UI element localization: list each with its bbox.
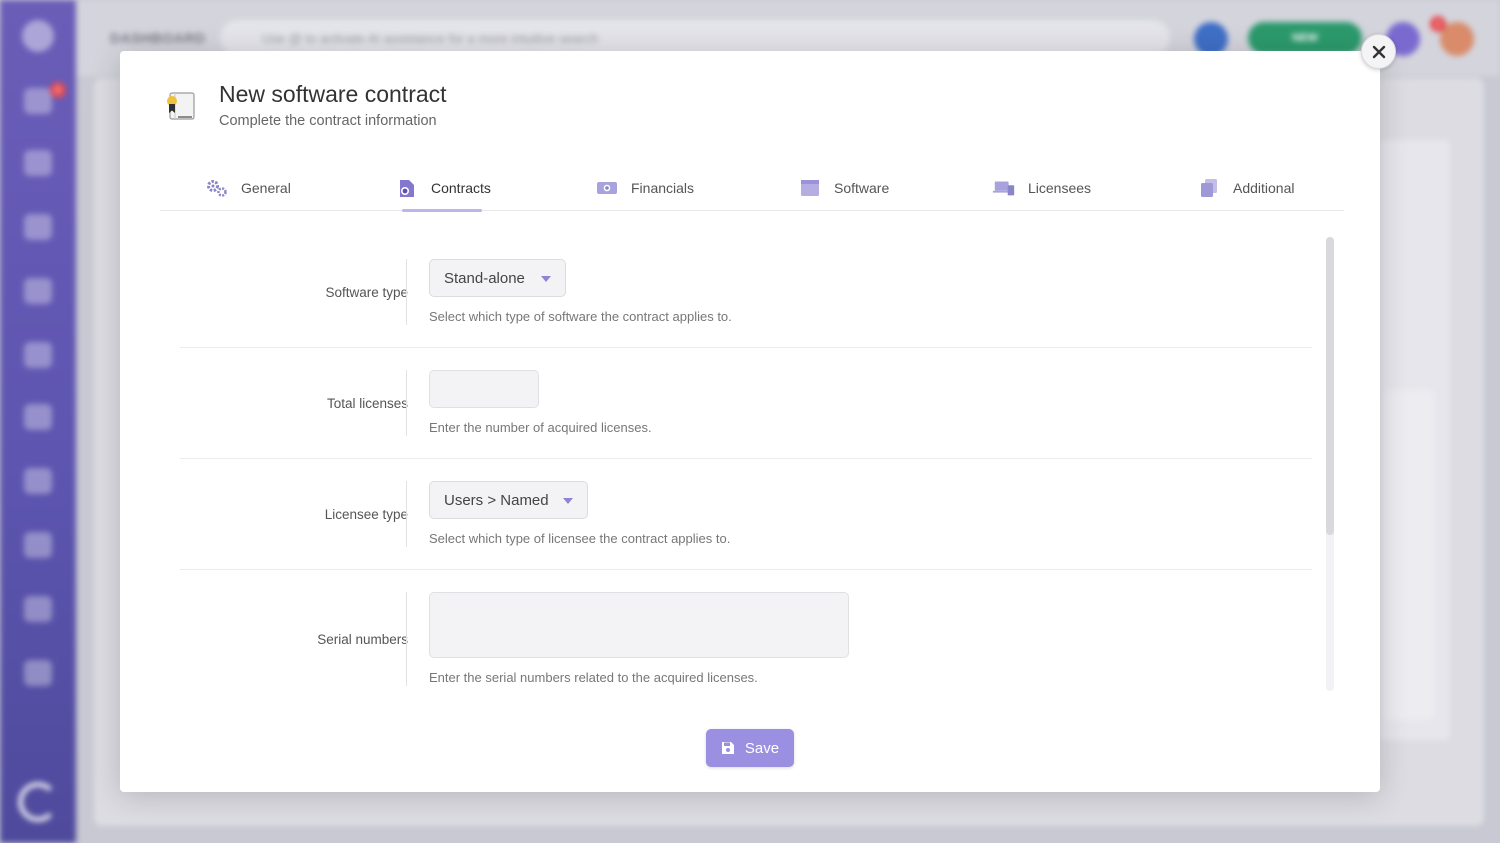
save-label: Save [744, 739, 780, 757]
tab-general[interactable]: General [205, 173, 291, 203]
licensee-type-label: Licensee type [324, 507, 408, 522]
licensee-type-select[interactable]: Users > Named [429, 481, 588, 519]
background-card [1384, 390, 1434, 720]
window-icon [798, 177, 822, 199]
software-type-select[interactable]: Stand-alone [429, 259, 566, 297]
sidebar-item-cards [24, 150, 52, 176]
total-licenses-help: Enter the number of acquired licenses. [429, 420, 652, 435]
software-type-label: Software type [325, 285, 408, 300]
tab-label: Additional [1233, 180, 1295, 196]
notification-badge: 2 [1430, 16, 1446, 32]
floppy-disk-icon [721, 742, 734, 754]
new-button: NEW [1248, 22, 1362, 54]
tab-label: Financials [631, 180, 695, 196]
total-licenses-label: Total licenses [326, 396, 408, 411]
dashboard-title: DASHBOARD [110, 30, 206, 46]
serial-numbers-textarea[interactable] [429, 592, 849, 658]
sidebar-item-inbox [24, 88, 52, 114]
sidebar-top-icon [22, 20, 54, 52]
modal-header: New software contract Complete the contr… [162, 79, 762, 139]
licensee-type-value: Users > Named [444, 491, 549, 509]
active-tab-indicator [402, 209, 482, 212]
software-type-row: Software type Stand-alone Select which t… [180, 237, 1312, 348]
close-icon [1372, 45, 1385, 58]
modal-title: New software contract [219, 81, 447, 107]
tab-label: Licensees [1028, 180, 1092, 196]
sidebar-item-ai [24, 532, 52, 558]
sidebar-item-contracts [24, 214, 52, 240]
serial-numbers-help: Enter the serial numbers related to the … [429, 670, 758, 685]
tab-contracts[interactable]: Contracts [395, 173, 491, 203]
chevron-down-icon [563, 498, 573, 504]
file-contract-icon [395, 177, 419, 199]
row-divider [406, 370, 407, 436]
tab-label: Software [834, 180, 890, 196]
licensee-type-row: Licensee type Users > Named Select which… [180, 459, 1312, 570]
modal-subtitle: Complete the contract information [219, 113, 437, 129]
tab-additional[interactable]: Additional [1197, 173, 1295, 203]
row-divider [406, 259, 407, 325]
tab-licensees[interactable]: Licensees [992, 173, 1091, 203]
licensee-type-help: Select which type of licensee the contra… [429, 531, 731, 546]
tab-bar: General Contracts Financials Software Li… [160, 161, 1344, 212]
app-logo [18, 782, 58, 822]
tab-financials[interactable]: Financials [595, 173, 694, 203]
software-type-value: Stand-alone [444, 269, 525, 287]
new-contract-modal: New software contract Complete the contr… [120, 51, 1380, 792]
row-divider [406, 592, 407, 686]
save-button[interactable]: Save [706, 729, 794, 767]
total-licenses-row: Total licenses Enter the number of acqui… [180, 348, 1312, 459]
row-divider [406, 481, 407, 547]
search-placeholder: Use @ to activate AI assistance for a mo… [262, 31, 599, 46]
copy-icon [1197, 177, 1221, 199]
serial-numbers-row: Serial numbers Enter the serial numbers … [180, 570, 1312, 691]
scrollbar-thumb[interactable] [1326, 237, 1334, 535]
gears-icon [205, 177, 229, 199]
sidebar-item-database [24, 342, 52, 368]
serial-numbers-label: Serial numbers [317, 632, 408, 647]
devices-icon [992, 177, 1016, 199]
scrollbar[interactable] [1326, 237, 1334, 691]
sidebar-item-network [24, 404, 52, 430]
chevron-down-icon [541, 276, 551, 282]
tab-label: Contracts [431, 180, 491, 196]
sidebar-badge: 5 [50, 82, 66, 98]
contract-form: Software type Stand-alone Select which t… [180, 237, 1312, 691]
software-type-help: Select which type of software the contra… [429, 309, 732, 324]
close-button[interactable] [1361, 34, 1396, 69]
money-bill-icon [595, 177, 619, 199]
sidebar-item-history [24, 468, 52, 494]
sidebar-item-reports [24, 278, 52, 304]
sidebar-item-more [24, 660, 52, 686]
sidebar: 5 [0, 0, 76, 843]
sidebar-item-settings [24, 596, 52, 622]
certificate-icon [167, 92, 195, 120]
tab-software[interactable]: Software [798, 173, 889, 203]
total-licenses-input[interactable] [429, 370, 539, 408]
tab-label: General [241, 180, 291, 196]
